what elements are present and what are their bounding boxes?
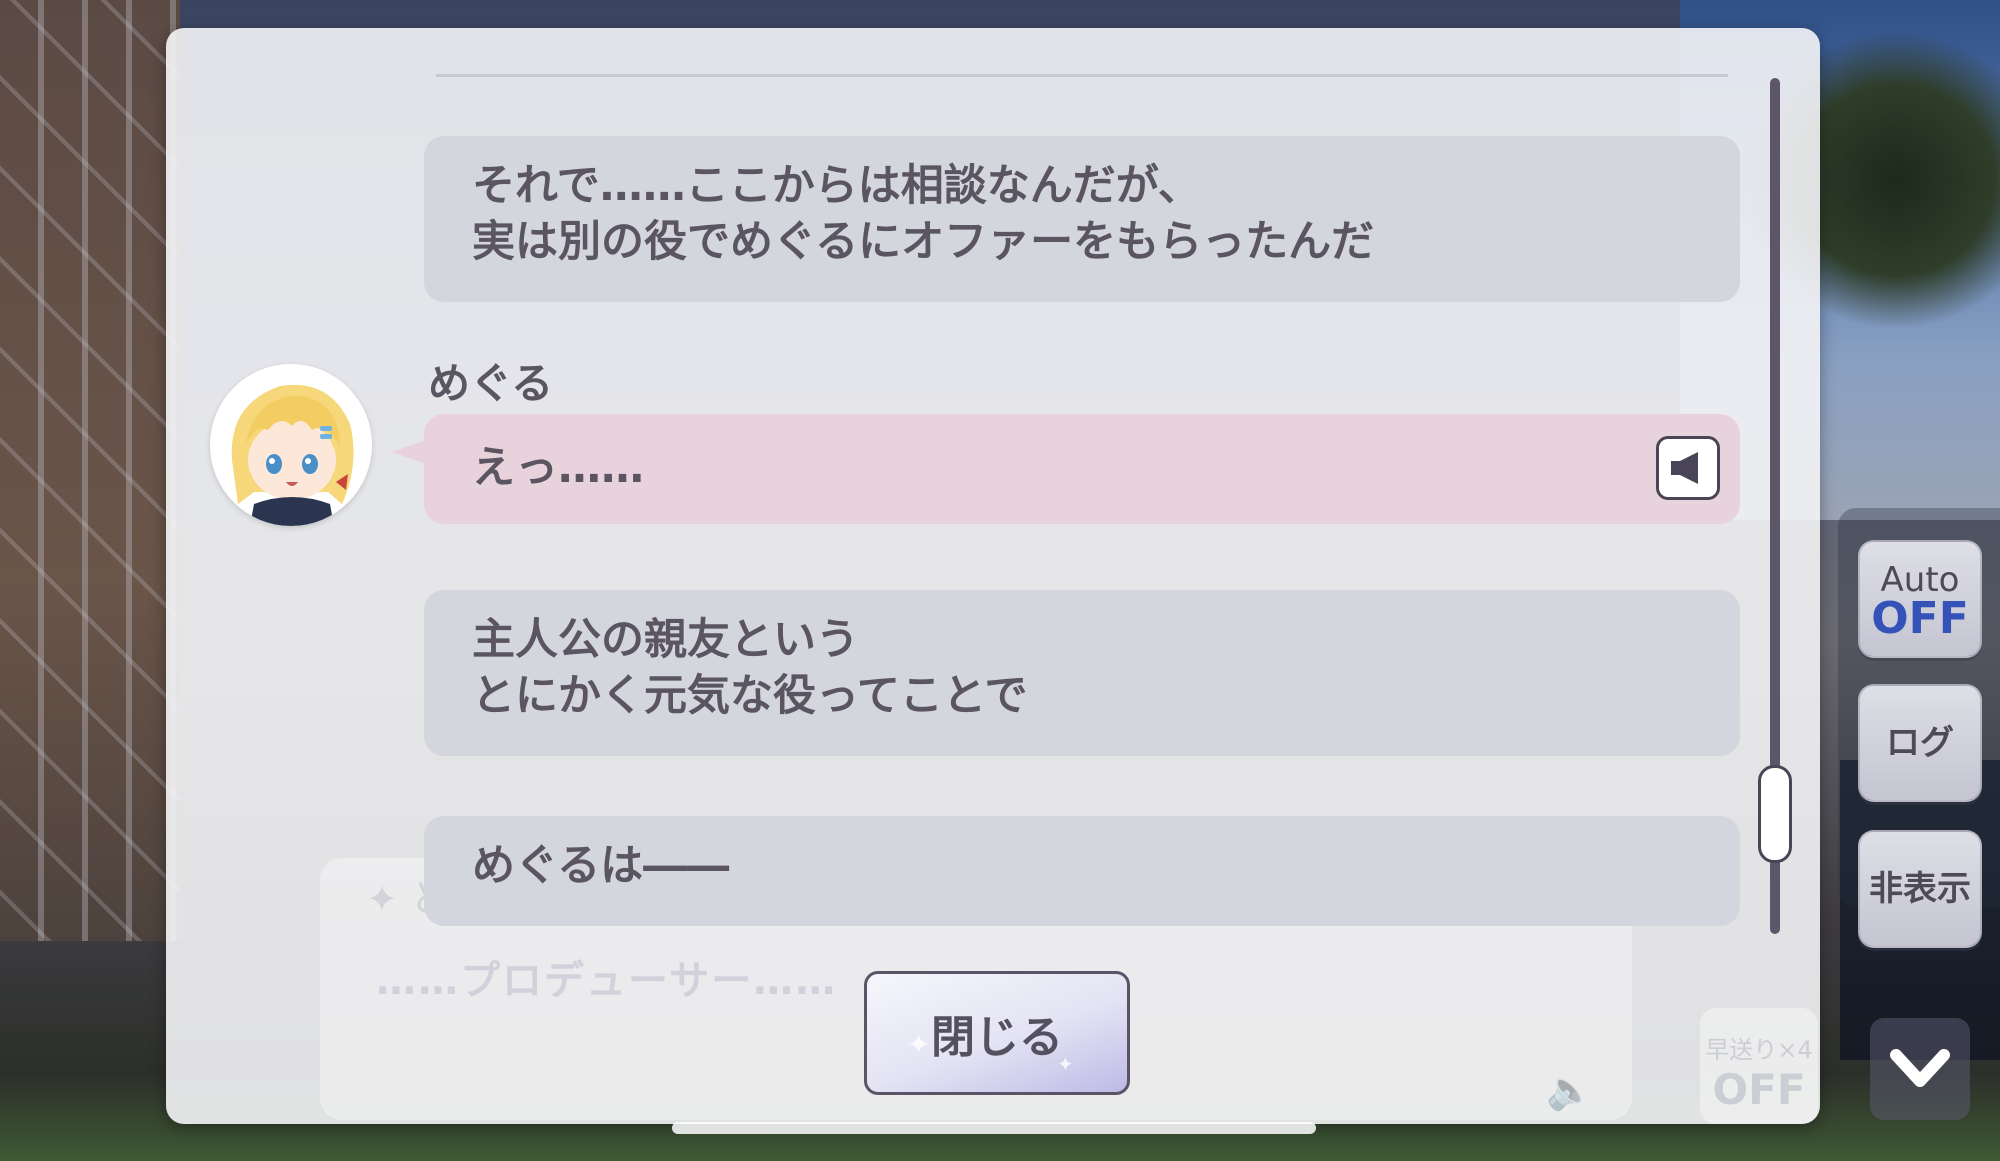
auto-button[interactable]: Auto OFF: [1858, 540, 1982, 658]
fast-forward-label: 早送り×4: [1705, 1036, 1813, 1064]
underlying-speaker-icon: 🔈: [1546, 1068, 1594, 1112]
hide-button[interactable]: 非表示: [1858, 830, 1982, 948]
message-line: とにかく元気な役ってことで: [472, 671, 1028, 721]
close-button[interactable]: ✦ ✦ 閉じる: [864, 971, 1130, 1095]
auto-state: OFF: [1871, 593, 1969, 644]
sparkle-icon: ✦: [907, 1028, 931, 1061]
speaker-icon: [1671, 452, 1698, 484]
log-message: それで……ここからは相談なんだが、 実は別の役でめぐるにオファーをもらったんだ: [424, 136, 1740, 302]
message-line: えっ……: [472, 443, 644, 493]
speaker-name: めぐる: [428, 359, 554, 408]
panel-divider: [436, 74, 1728, 77]
scrollbar-thumb[interactable]: [1758, 765, 1792, 863]
underlying-text: ……プロデューサー……: [376, 958, 838, 1004]
close-label: 閉じる: [931, 1012, 1063, 1063]
sparkle-icon: ✦: [1057, 1052, 1074, 1076]
message-line: 実は別の役でめぐるにオファーをもらったんだ: [472, 217, 1375, 267]
log-message-speaker: えっ……: [392, 414, 1740, 524]
log-message: 主人公の親友という とにかく元気な役ってことで: [424, 590, 1740, 756]
fast-forward-button: 早送り×4 OFF: [1700, 1008, 1818, 1124]
avatar-illustration: [210, 364, 372, 526]
message-line: めぐるは――: [472, 841, 730, 891]
meguru-avatar: [210, 364, 372, 526]
voice-replay-button[interactable]: [1656, 436, 1720, 500]
home-indicator: [672, 1122, 1316, 1134]
message-line: 主人公の親友という: [472, 615, 859, 665]
log-button[interactable]: ログ: [1858, 684, 1982, 802]
fast-forward-state: OFF: [1712, 1065, 1806, 1114]
chevron-down-icon: [1890, 1049, 1950, 1087]
log-panel: ✦ と ……プロデューサー…… 🔈 早送り×4 OFF それで……ここからは相談…: [166, 28, 1820, 1124]
chevron-down-button[interactable]: [1870, 1018, 1970, 1120]
message-line: それで……ここからは相談なんだが、: [472, 161, 1201, 211]
log-message: めぐるは――: [424, 816, 1740, 926]
